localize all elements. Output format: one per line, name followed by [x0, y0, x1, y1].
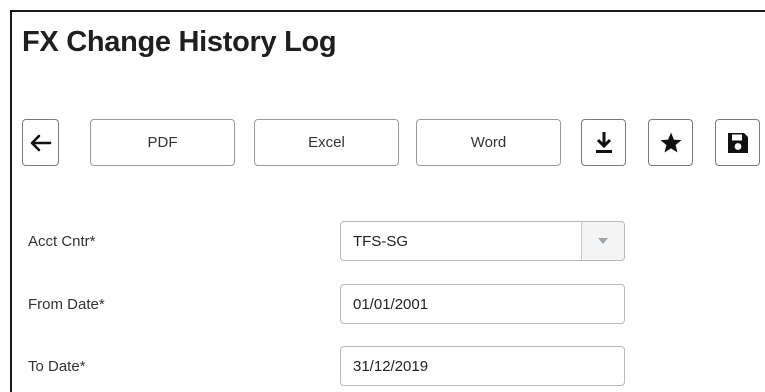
arrow-left-icon [30, 134, 51, 151]
acct-cntr-dropdown-toggle[interactable] [581, 222, 624, 260]
acct-cntr-label: Acct Cntr* [28, 233, 96, 250]
back-button[interactable] [22, 119, 59, 166]
save-button[interactable] [715, 119, 760, 166]
to-date-input[interactable]: 31/12/2019 [340, 346, 625, 386]
download-icon [595, 131, 612, 153]
acct-cntr-select[interactable]: TFS-SG [340, 221, 625, 261]
excel-button[interactable]: Excel [254, 119, 399, 166]
report-panel: FX Change History Log PDF Excel Word Acc… [10, 10, 765, 392]
to-date-label: To Date* [28, 358, 86, 375]
star-icon [660, 132, 681, 152]
floppy-disk-icon [727, 132, 748, 153]
from-date-label: From Date* [28, 296, 105, 313]
download-button[interactable] [581, 119, 626, 166]
from-date-input[interactable]: 01/01/2001 [340, 284, 625, 324]
caret-down-icon [598, 238, 608, 244]
page-title: FX Change History Log [22, 26, 337, 58]
from-date-value: 01/01/2001 [353, 295, 429, 313]
pdf-button[interactable]: PDF [90, 119, 235, 166]
word-button[interactable]: Word [416, 119, 561, 166]
acct-cntr-value: TFS-SG [353, 232, 408, 250]
favorite-button[interactable] [648, 119, 693, 166]
to-date-value: 31/12/2019 [353, 357, 429, 375]
